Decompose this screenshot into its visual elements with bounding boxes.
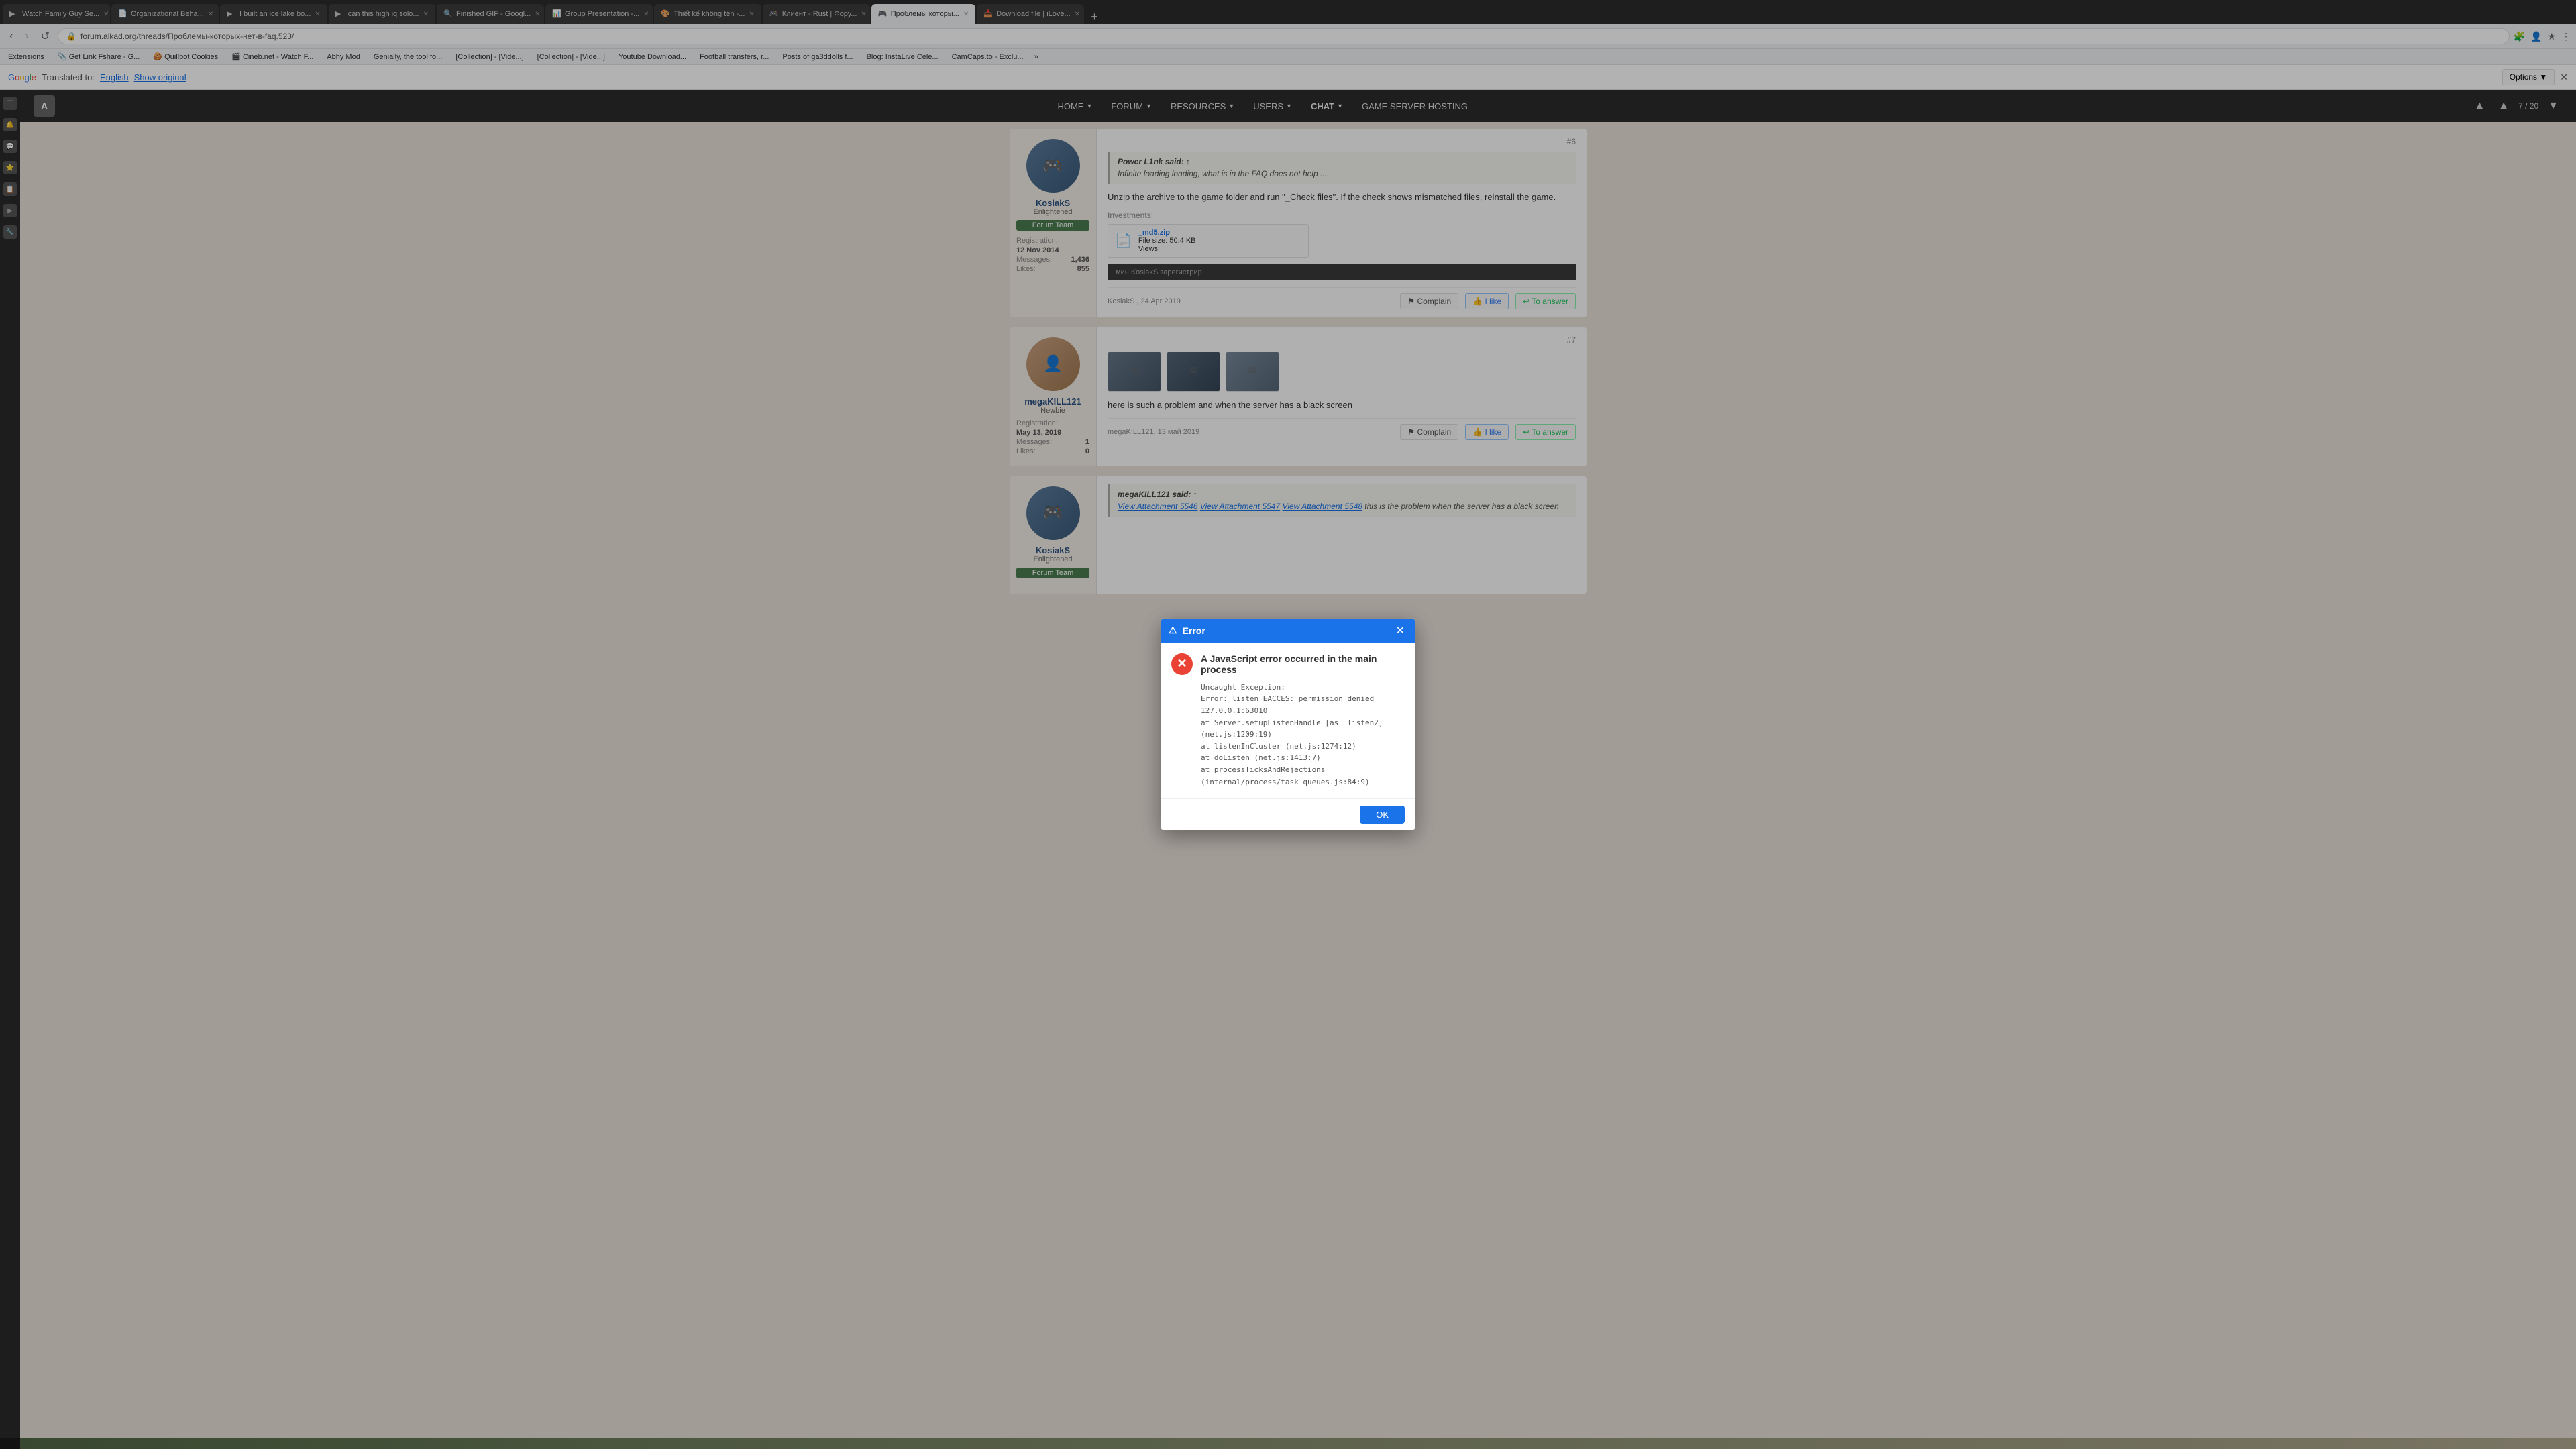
dialog-titlebar: ⚠ Error ✕ bbox=[1161, 619, 1415, 643]
dialog-footer: OK bbox=[1161, 798, 1415, 830]
error-title-text: Error bbox=[1183, 625, 1205, 636]
ok-button[interactable]: OK bbox=[1360, 806, 1405, 824]
dialog-close-button[interactable]: ✕ bbox=[1393, 624, 1407, 637]
error-line-2: at Server.setupListenHandle [as _listen2… bbox=[1201, 717, 1405, 741]
dialog-heading: A JavaScript error occurred in the main … bbox=[1201, 653, 1405, 675]
dialog-overlay: ⚠ Error ✕ ✕ A JavaScript error occurred … bbox=[0, 0, 2576, 1449]
error-dialog: ⚠ Error ✕ ✕ A JavaScript error occurred … bbox=[1161, 619, 1415, 830]
dialog-body: ✕ A JavaScript error occurred in the mai… bbox=[1161, 643, 1415, 798]
error-line-1: Error: listen EACCES: permission denied … bbox=[1201, 693, 1405, 716]
dialog-message: A JavaScript error occurred in the main … bbox=[1201, 653, 1405, 788]
error-line-3: at listenInCluster (net.js:1274:12) bbox=[1201, 741, 1405, 753]
error-line-4: at doListen (net.js:1413:7) bbox=[1201, 752, 1405, 764]
error-red-icon: ✕ bbox=[1171, 653, 1193, 675]
error-line-5: at processTicksAndRejections (internal/p… bbox=[1201, 764, 1405, 788]
error-title-icon: ⚠ bbox=[1169, 625, 1177, 636]
error-label: Uncaught Exception: bbox=[1201, 682, 1405, 694]
dialog-title: ⚠ Error bbox=[1169, 625, 1205, 636]
dialog-icon-row: ✕ A JavaScript error occurred in the mai… bbox=[1171, 653, 1405, 788]
dialog-error-text: Uncaught Exception: Error: listen EACCES… bbox=[1201, 682, 1405, 788]
